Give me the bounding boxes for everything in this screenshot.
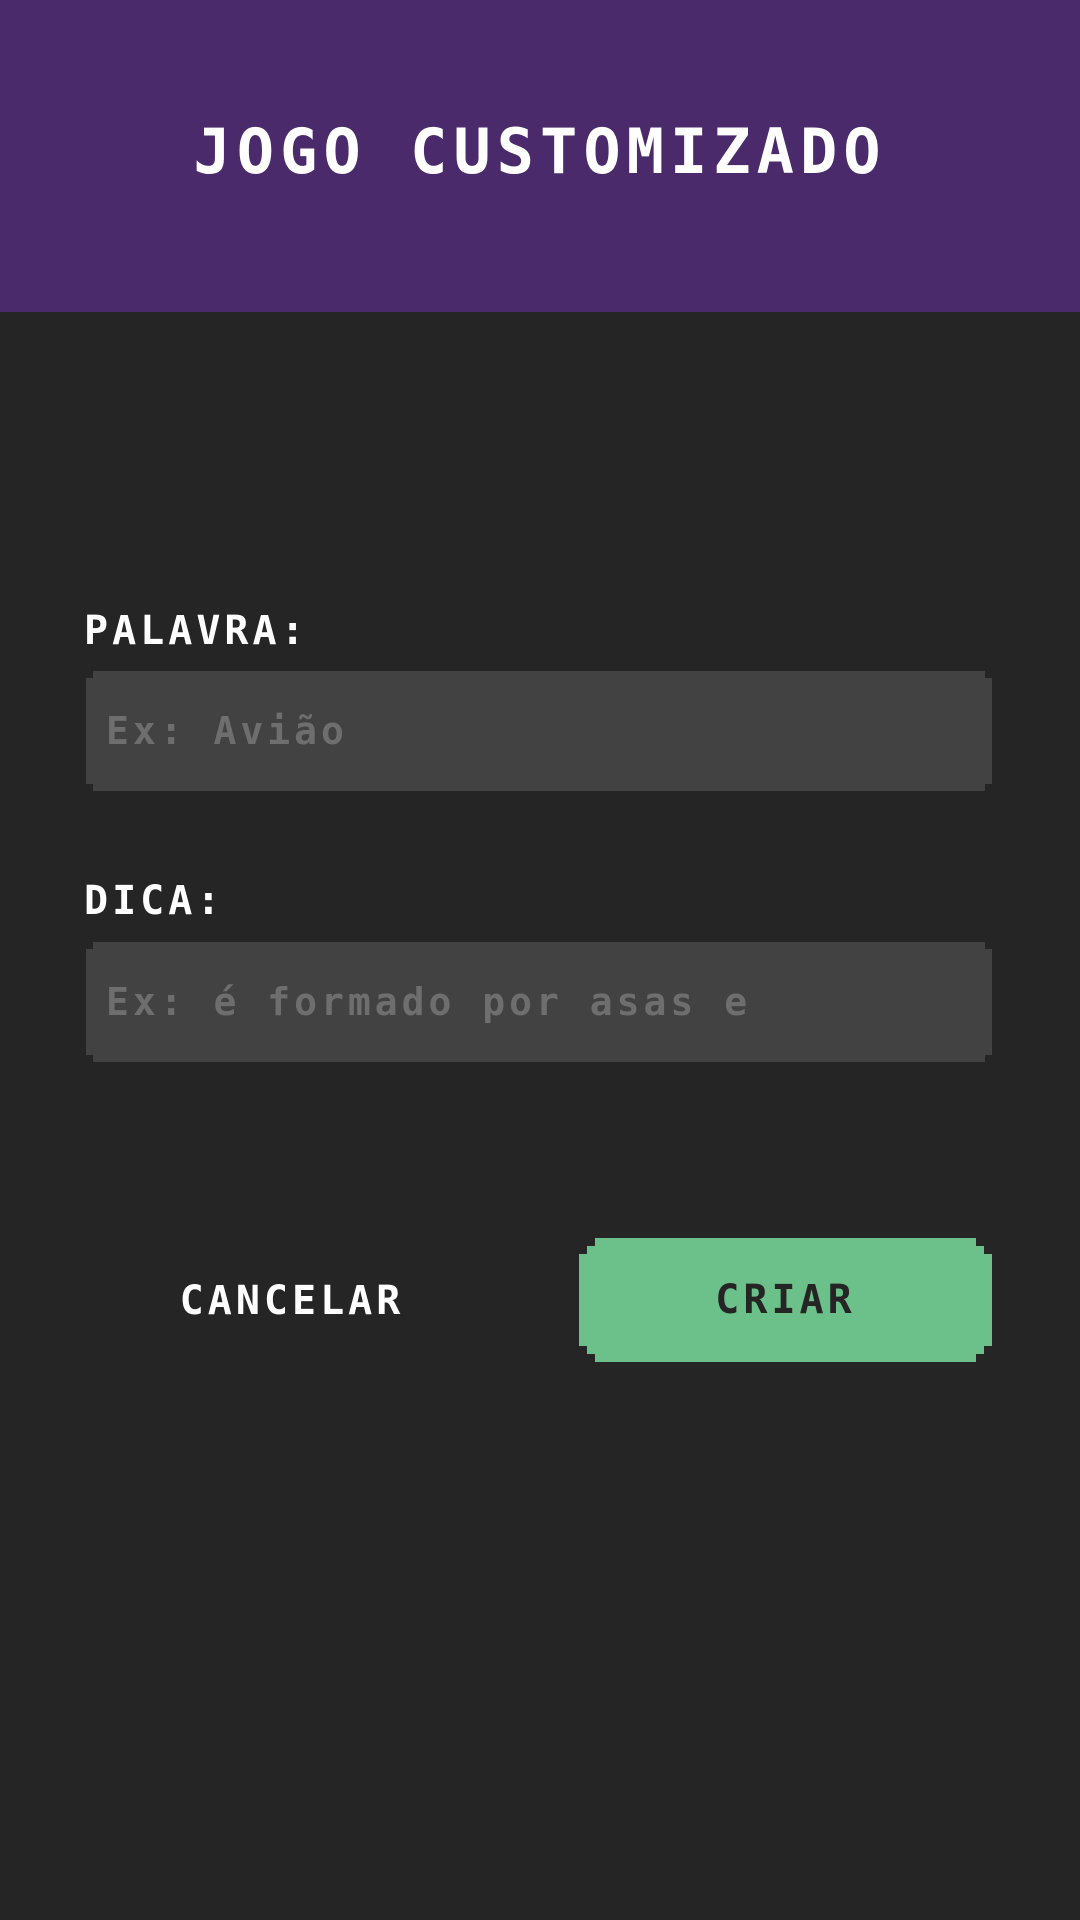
hint-label: DICA: [84, 878, 225, 924]
word-label: PALAVRA: [84, 608, 309, 654]
hint-input[interactable] [106, 942, 972, 1062]
hint-field [86, 942, 992, 1062]
create-button[interactable]: CRIAR [579, 1238, 992, 1362]
word-input[interactable] [106, 671, 972, 791]
page-title: JOGO CUSTOMIZADO [193, 115, 887, 188]
word-field [86, 671, 992, 791]
cancel-button[interactable]: CANCELAR [86, 1238, 498, 1362]
app-header: JOGO CUSTOMIZADO [0, 0, 1080, 312]
